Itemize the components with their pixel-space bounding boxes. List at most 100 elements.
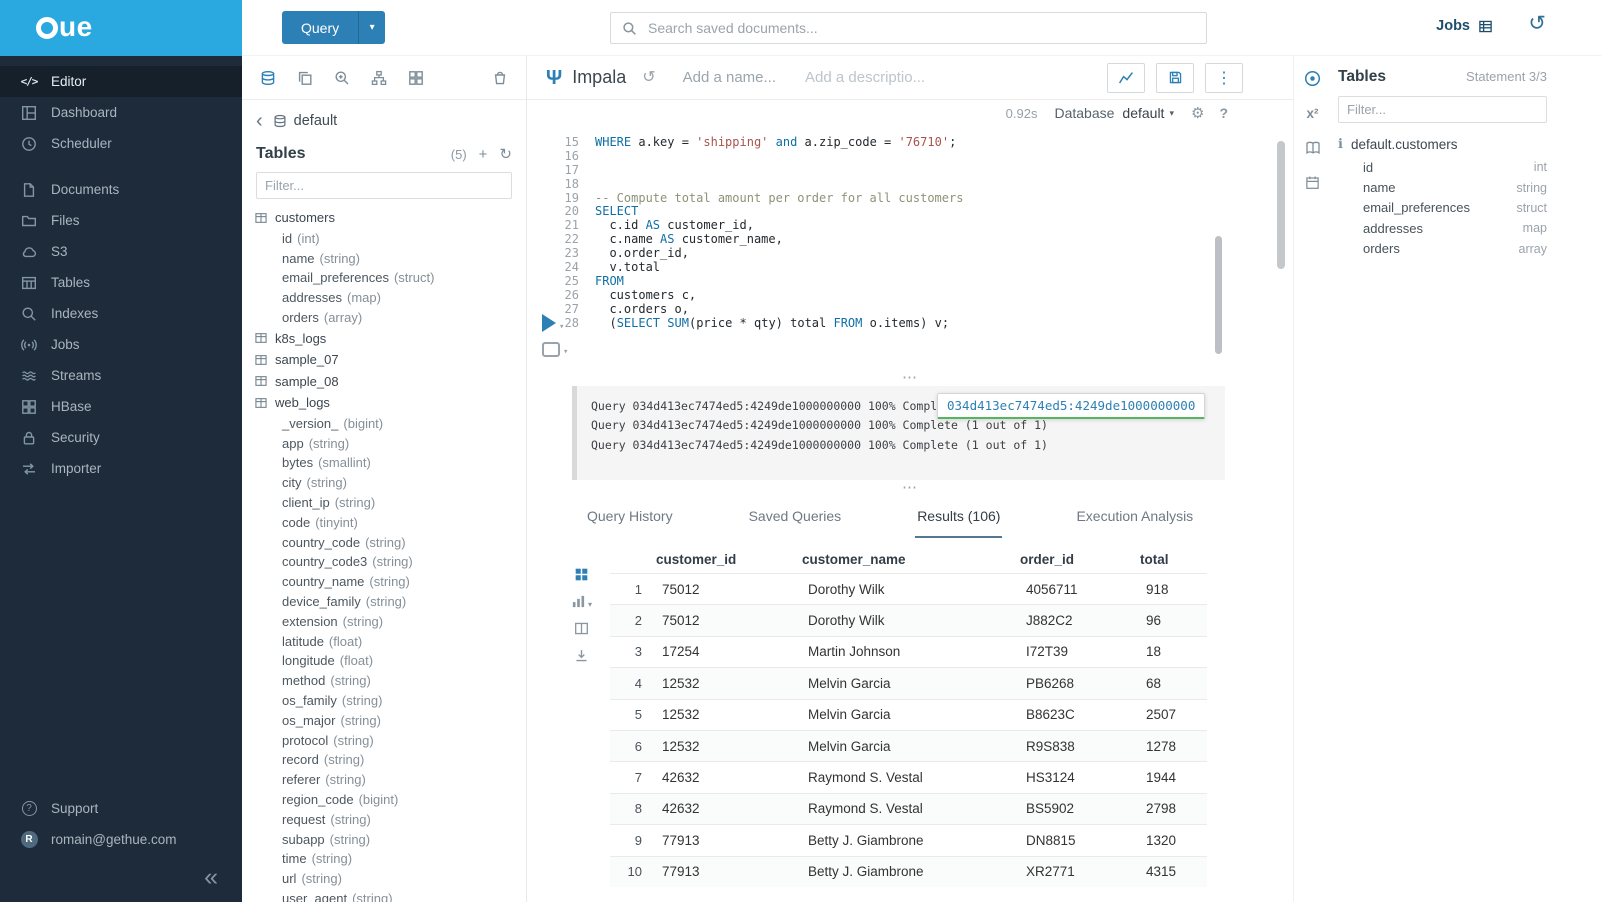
table-row[interactable]: 3 17254Martin JohnsonI72T3918: [610, 636, 1207, 667]
sidebar-item-user[interactable]: R romain@gethue.com: [0, 824, 242, 855]
save-button[interactable]: [1156, 63, 1194, 93]
table-row[interactable]: 8 42632Raymond S. VestalBS59022798: [610, 793, 1207, 824]
tree-column-row[interactable]: addresses map: [255, 288, 518, 308]
schedule-icon[interactable]: [1305, 175, 1320, 190]
tree-table-row[interactable]: k8s_logs: [255, 327, 518, 349]
assist-column-row[interactable]: id int: [1338, 157, 1547, 177]
tree-column-row[interactable]: name string: [255, 248, 518, 268]
tree-column-row[interactable]: protocol string: [255, 730, 518, 750]
table-row[interactable]: 4 12532Melvin GarciaPB626868: [610, 667, 1207, 698]
tree-column-row[interactable]: method string: [255, 671, 518, 691]
sidebar-item-hbase[interactable]: HBase: [0, 391, 242, 422]
sidebar-item-security[interactable]: Security: [0, 422, 242, 453]
tree-column-row[interactable]: orders array: [255, 308, 518, 328]
chart-view-button[interactable]: ▾: [571, 594, 592, 609]
tree-column-row[interactable]: user_agent string: [255, 889, 518, 902]
sidebar-item-documents[interactable]: Documents: [0, 174, 242, 205]
database-name[interactable]: default: [294, 113, 338, 129]
chart-button[interactable]: [1107, 63, 1145, 93]
column-header[interactable]: customer_name: [802, 552, 1020, 567]
columns-view-icon[interactable]: [574, 621, 589, 636]
tab[interactable]: Query History: [585, 496, 675, 538]
sidebar-item-importer[interactable]: Importer: [0, 453, 242, 484]
more-actions-button[interactable]: ⋮: [1205, 63, 1243, 93]
sidebar-item-editor[interactable]: </> Editor: [0, 66, 242, 97]
add-table-icon[interactable]: +: [479, 147, 488, 162]
tree-column-row[interactable]: subapp string: [255, 829, 518, 849]
jobs-link[interactable]: Jobs: [1436, 18, 1493, 34]
tab[interactable]: Results (106): [915, 496, 1002, 538]
resize-handle-top[interactable]: ⋯: [527, 374, 1293, 384]
tree-column-row[interactable]: city string: [255, 473, 518, 493]
documents-source-icon[interactable]: [297, 70, 313, 86]
help-icon[interactable]: ?: [1219, 105, 1228, 121]
table-row[interactable]: 7 42632Raymond S. VestalHS31241944: [610, 761, 1207, 792]
assist-filter-input[interactable]: [1338, 96, 1547, 123]
table-row[interactable]: 1 75012Dorothy Wilk4056711918: [610, 573, 1207, 604]
column-header[interactable]: order_id: [1020, 552, 1140, 567]
assist-column-row[interactable]: addresses map: [1338, 218, 1547, 238]
query-history-icon[interactable]: ↺: [642, 70, 655, 86]
sidebar-item-support[interactable]: ? Support: [0, 793, 242, 824]
tab[interactable]: Execution Analysis: [1074, 496, 1195, 538]
search-plus-icon[interactable]: [334, 70, 350, 86]
search-input[interactable]: [646, 19, 1206, 37]
sidebar-item-s3[interactable]: S3: [0, 236, 242, 267]
tree-column-row[interactable]: country_code3 string: [255, 552, 518, 572]
sidebar-item-jobs[interactable]: Jobs: [0, 329, 242, 360]
download-icon[interactable]: [574, 648, 589, 663]
query-description-field[interactable]: Add a descriptio...: [805, 69, 925, 86]
table-row[interactable]: 5 12532Melvin GarciaB8623C2507: [610, 699, 1207, 730]
tree-column-row[interactable]: os_family string: [255, 691, 518, 711]
collapse-sidebar-button[interactable]: «: [204, 865, 218, 890]
active-table-item[interactable]: ℹ default.customers: [1338, 136, 1547, 152]
sidebar-item-tables[interactable]: Tables: [0, 267, 242, 298]
tab[interactable]: Saved Queries: [747, 496, 844, 538]
tree-column-row[interactable]: email_preferences struct: [255, 268, 518, 288]
bucket-icon[interactable]: [492, 70, 508, 86]
new-query-button[interactable]: Query ▾: [282, 11, 385, 44]
history-icon[interactable]: ↺: [1528, 13, 1546, 34]
tree-column-row[interactable]: app string: [255, 433, 518, 453]
settings-gear-icon[interactable]: ⚙: [1191, 104, 1204, 122]
column-header[interactable]: customer_id: [656, 552, 802, 567]
sitemap-icon[interactable]: [371, 70, 387, 86]
run-options-caret[interactable]: ▾: [559, 322, 564, 332]
resize-handle-bottom[interactable]: ⋯: [527, 484, 1293, 494]
assist-column-row[interactable]: email_preferences struct: [1338, 198, 1547, 218]
table-row[interactable]: 9 77913Betty J. GiambroneDN88151320: [610, 824, 1207, 855]
sidebar-item-files[interactable]: Files: [0, 205, 242, 236]
grid-view-icon[interactable]: [574, 567, 589, 582]
tree-table-row[interactable]: sample_08: [255, 370, 518, 392]
language-reference-icon[interactable]: [1305, 140, 1321, 156]
run-query-button[interactable]: ▾: [542, 314, 568, 332]
tree-column-row[interactable]: region_code bigint: [255, 790, 518, 810]
table-row[interactable]: 6 12532Melvin GarciaR9S8381278: [610, 730, 1207, 761]
back-chevron-icon[interactable]: ‹: [256, 113, 263, 129]
sidebar-item-scheduler[interactable]: Scheduler: [0, 128, 242, 159]
assist-column-row[interactable]: name string: [1338, 177, 1547, 197]
tree-column-row[interactable]: longitude float: [255, 651, 518, 671]
tree-table-row[interactable]: web_logs: [255, 392, 518, 414]
tree-column-row[interactable]: device_family string: [255, 592, 518, 612]
tree-column-row[interactable]: country_name string: [255, 572, 518, 592]
database-selector[interactable]: default ▾: [1122, 105, 1174, 121]
code-editor[interactable]: 15 WHERE a.key = 'shipping' and a.zip_co…: [527, 128, 1293, 374]
editor-scrollbar[interactable]: [1215, 236, 1222, 354]
database-source-icon[interactable]: [260, 70, 276, 86]
assist-column-row[interactable]: orders array: [1338, 239, 1547, 259]
tree-column-row[interactable]: os_major string: [255, 710, 518, 730]
tree-column-row[interactable]: country_code string: [255, 532, 518, 552]
query-id-popover[interactable]: 034d413ec7474ed5:4249de1000000000: [937, 393, 1205, 419]
tree-table-row[interactable]: sample_07: [255, 349, 518, 371]
tree-column-row[interactable]: latitude float: [255, 631, 518, 651]
sidebar-item-indexes[interactable]: Indexes: [0, 298, 242, 329]
query-name-field[interactable]: Add a name...: [683, 69, 776, 86]
tree-column-row[interactable]: time string: [255, 849, 518, 869]
tree-column-row[interactable]: bytes smallint: [255, 453, 518, 473]
table-row[interactable]: 10 77913Betty J. GiambroneXR27714315: [610, 856, 1207, 887]
tree-column-row[interactable]: extension string: [255, 611, 518, 631]
tables-filter-input[interactable]: [256, 172, 512, 199]
table-row[interactable]: 2 75012Dorothy WilkJ882C296: [610, 604, 1207, 635]
tree-column-row[interactable]: url string: [255, 869, 518, 889]
